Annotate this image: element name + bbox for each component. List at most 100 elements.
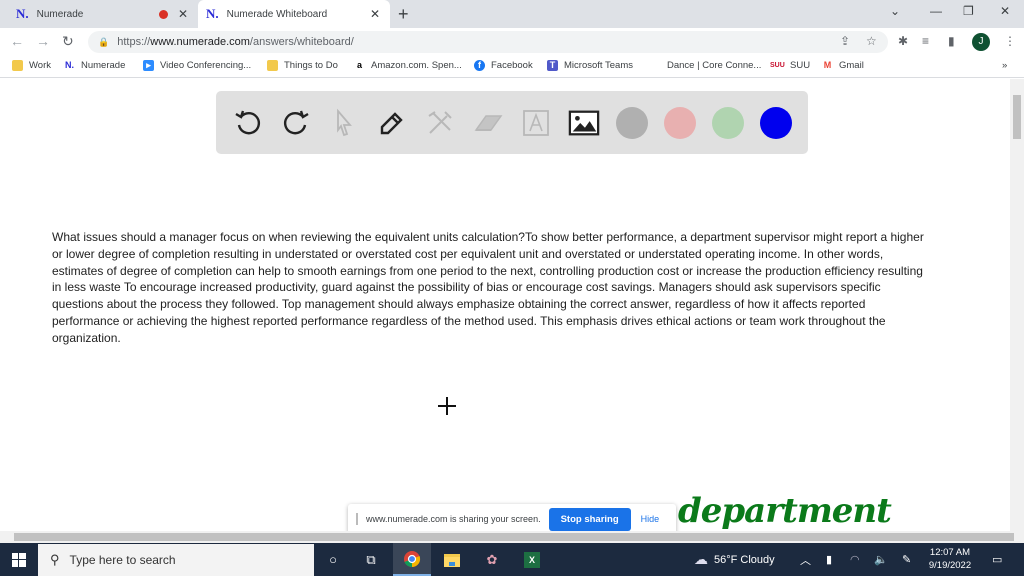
weather-text: 56°F Cloudy: [714, 553, 775, 566]
tab-numerade-whiteboard[interactable]: N. Numerade Whiteboard ✕: [198, 0, 390, 28]
select-tool-button[interactable]: [328, 107, 360, 139]
facebook-icon: f: [474, 60, 485, 71]
stop-sharing-button[interactable]: Stop sharing: [548, 507, 631, 531]
tab-strip: N. Numerade ✕ N. Numerade Whiteboard ✕ +…: [0, 0, 1024, 28]
cortana-button[interactable]: ○: [314, 543, 352, 576]
text-tool-button[interactable]: [520, 107, 552, 139]
bookmark-suu[interactable]: SUU SUU: [770, 60, 810, 71]
device-tray-icon[interactable]: ▮: [826, 543, 832, 576]
folder-icon: [267, 60, 278, 71]
horizontal-scrollbar[interactable]: [0, 531, 1024, 543]
excel-taskbar-button[interactable]: X: [513, 543, 551, 576]
tools-button[interactable]: [424, 107, 456, 139]
vertical-scroll-thumb[interactable]: [1013, 95, 1021, 139]
folder-icon: [12, 60, 23, 71]
teams-icon: T: [547, 60, 558, 71]
url-path: /answers/whiteboard/: [249, 36, 354, 48]
windows-logo-icon: [12, 552, 26, 567]
pencil-icon: [380, 112, 403, 135]
file-explorer-button[interactable]: [433, 543, 471, 576]
chevron-up-icon: ︿: [800, 554, 811, 567]
taskbar-search-box[interactable]: ⚲ Type here to search: [38, 544, 314, 576]
cloud-icon: ☁: [694, 551, 708, 567]
taskbar-clock[interactable]: 12:07 AM 9/19/2022: [920, 546, 980, 572]
notifications-button[interactable]: ▭: [992, 543, 1002, 576]
media-control-icon[interactable]: ≡: [922, 34, 929, 48]
bookmark-label: Dance | Core Conne...: [667, 60, 762, 71]
bookmark-gmail[interactable]: M Gmail: [822, 60, 864, 71]
eraser-tool-button[interactable]: [472, 107, 504, 139]
close-tab-icon[interactable]: ✕: [370, 7, 380, 21]
bookmark-work[interactable]: Work: [12, 60, 51, 71]
side-panel-icon[interactable]: ▮: [948, 34, 955, 48]
share-icon[interactable]: ⇪: [840, 34, 850, 48]
reload-button[interactable]: ↻: [62, 33, 74, 50]
network-tray-icon[interactable]: ◠: [850, 543, 860, 576]
horizontal-scroll-thumb[interactable]: [14, 533, 1014, 541]
text-icon: [523, 110, 549, 136]
task-view-button[interactable]: ⧉: [352, 543, 390, 576]
color-swatch-pink[interactable]: [664, 107, 696, 139]
excel-icon: X: [524, 551, 540, 568]
bookmark-things-to-do[interactable]: Things to Do: [267, 60, 338, 71]
tab-search-icon[interactable]: ⌄: [890, 4, 900, 18]
bookmark-facebook[interactable]: f Facebook: [474, 60, 533, 71]
pen-tool-button[interactable]: [376, 107, 408, 139]
speaker-icon: 🔈: [874, 554, 888, 566]
drag-handle-icon[interactable]: [356, 513, 358, 525]
tab-numerade[interactable]: N. Numerade ✕: [8, 0, 198, 28]
answer-text: What issues should a manager focus on wh…: [52, 230, 924, 345]
image-tool-button[interactable]: [568, 107, 600, 139]
browser-toolbar: ← → ↻ 🔒 https://www.numerade.com/answers…: [0, 28, 1024, 56]
address-bar[interactable]: 🔒 https://www.numerade.com/answers/white…: [88, 31, 888, 53]
bookmark-dance[interactable]: Dance | Core Conne...: [667, 60, 761, 71]
image-icon: [568, 110, 600, 136]
wifi-icon: ◠: [850, 554, 860, 566]
bookmark-label: Facebook: [491, 60, 533, 71]
undo-button[interactable]: [232, 107, 264, 139]
chrome-taskbar-button[interactable]: [393, 543, 431, 576]
notification-icon: ▭: [992, 554, 1003, 566]
back-button[interactable]: ←: [10, 33, 24, 49]
color-swatch-green[interactable]: [712, 107, 744, 139]
bookmark-label: Gmail: [839, 60, 864, 71]
bookmark-video-conferencing[interactable]: ▸ Video Conferencing...: [143, 60, 251, 71]
cortana-icon: ○: [329, 552, 337, 567]
bookmark-microsoft-teams[interactable]: T Microsoft Teams: [547, 60, 633, 71]
app-taskbar-button[interactable]: ✿: [473, 543, 511, 576]
eraser-icon: [474, 115, 503, 131]
close-tab-icon[interactable]: ✕: [178, 7, 188, 21]
bookmark-label: Video Conferencing...: [160, 60, 252, 71]
lock-icon: 🔒: [98, 36, 110, 47]
numerade-favicon-icon: N.: [206, 6, 219, 21]
whiteboard-canvas[interactable]: What issues should a manager focus on wh…: [0, 79, 1010, 534]
gmail-icon: M: [823, 60, 832, 70]
menu-icon[interactable]: ⋮: [1004, 34, 1016, 48]
start-button[interactable]: [0, 543, 38, 576]
bookmark-star-icon[interactable]: ☆: [866, 34, 877, 48]
color-swatch-gray[interactable]: [616, 107, 648, 139]
bookmark-numerade[interactable]: N. Numerade: [64, 60, 125, 71]
bookmark-amazon[interactable]: a Amazon.com. Spen...: [354, 60, 462, 71]
pen-tray-icon[interactable]: ✎: [902, 543, 911, 576]
color-swatch-blue[interactable]: [760, 107, 792, 139]
show-hidden-icons-button[interactable]: ︿: [800, 543, 811, 576]
forward-button[interactable]: →: [36, 33, 50, 49]
volume-tray-icon[interactable]: 🔈: [874, 543, 888, 576]
new-tab-button[interactable]: +: [398, 4, 409, 25]
hide-button[interactable]: Hide: [641, 514, 660, 524]
weather-widget[interactable]: ☁ 56°F Cloudy: [694, 543, 775, 576]
search-icon: ⚲: [50, 552, 60, 567]
redo-button[interactable]: [280, 107, 312, 139]
minimize-button[interactable]: —: [930, 4, 942, 18]
tools-icon: [428, 111, 452, 134]
bookmark-label: Microsoft Teams: [564, 60, 633, 71]
extensions-icon[interactable]: ✱: [898, 34, 908, 48]
share-message: www.numerade.com is sharing your screen.: [366, 514, 541, 524]
restore-button[interactable]: ❐: [963, 4, 974, 18]
vertical-scrollbar[interactable]: [1010, 79, 1024, 531]
bookmarks-overflow-button[interactable]: »: [1002, 60, 1007, 71]
profile-avatar[interactable]: J: [972, 33, 990, 51]
close-window-button[interactable]: ✕: [1000, 4, 1010, 18]
url-scheme: https://: [117, 36, 151, 48]
